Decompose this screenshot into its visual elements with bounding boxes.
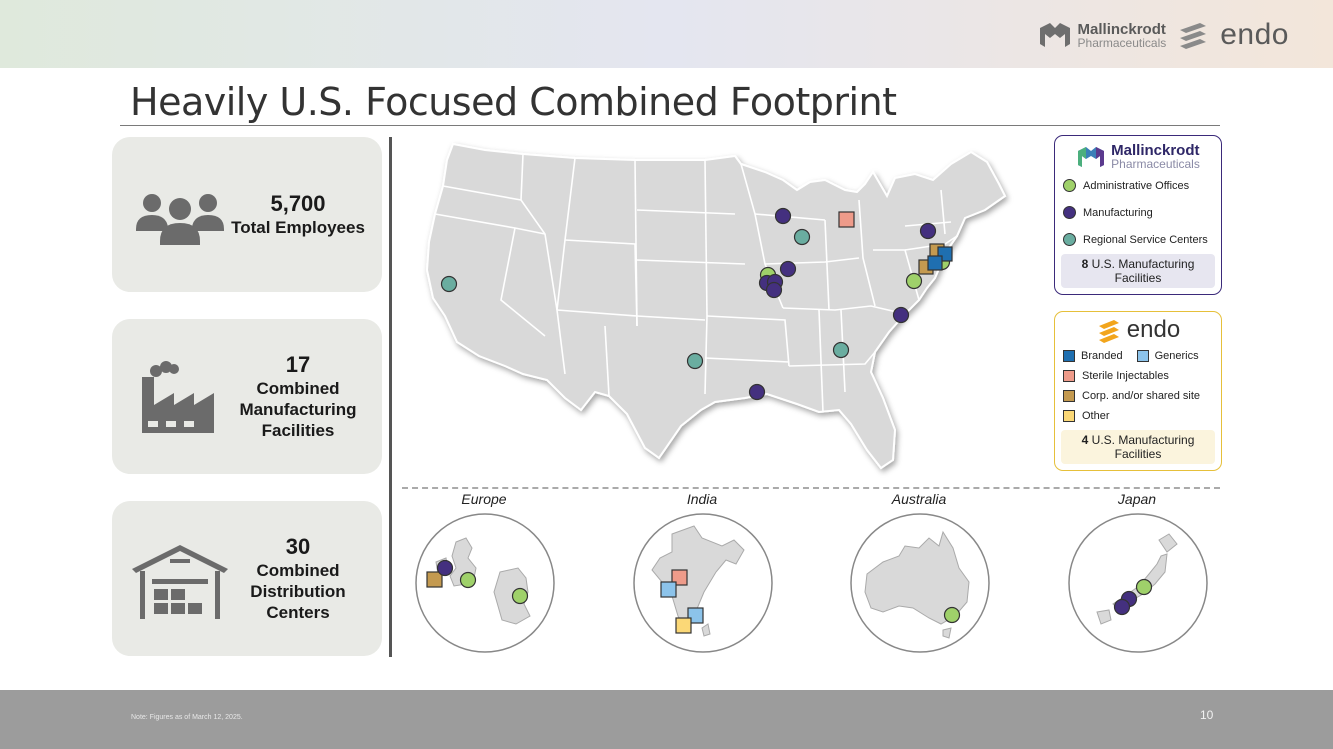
us-map: [425, 142, 1007, 470]
employees-label: Total Employees: [231, 218, 365, 237]
legend-endo-name: endo: [1126, 316, 1181, 343]
europe-globe: [415, 513, 555, 653]
generics-square-icon: [1136, 350, 1149, 362]
admin-dot-icon: [1063, 179, 1076, 192]
us-outline: [425, 142, 1007, 470]
mallinckrodt-logo: Mallinckrodt Pharmaceuticals: [1038, 20, 1167, 50]
brand-logos: Mallinckrodt Pharmaceuticals endo: [1038, 18, 1289, 52]
manufacturing-label-line1: Combined: [256, 379, 340, 398]
service-dot-icon: [1063, 233, 1076, 246]
mallinckrodt-name: Mallinckrodt: [1077, 20, 1166, 38]
endo-color-mark-icon: [1098, 320, 1119, 343]
legend-service-label: Regional Service Centers: [1083, 233, 1208, 246]
region-label-australia: Australia: [891, 491, 947, 507]
legend-branded-label: Branded: [1081, 350, 1123, 362]
distribution-label-line2: Distribution: [250, 582, 346, 601]
manufacturing-dot-icon: [1063, 206, 1076, 219]
endo-wordmark: endo: [1220, 18, 1289, 51]
corp-square-icon: [1063, 390, 1075, 402]
legend-other-label: Other: [1082, 410, 1110, 422]
legend-mallinckrodt: Mallinckrodt Pharmaceuticals Administrat…: [1054, 135, 1222, 295]
legend-row-other: Other: [1063, 406, 1221, 426]
other-square-icon: [1063, 410, 1075, 422]
distribution-number: 30: [285, 534, 311, 559]
people-icon: [136, 194, 224, 245]
legend-row-admin: Administrative Offices: [1063, 172, 1221, 199]
page-title: Heavily U.S. Focused Combined Footprint: [130, 80, 897, 124]
japan-globe: [1068, 513, 1208, 653]
mallinckrodt-facility-count: 8 U.S. Manufacturing Facilities: [1061, 254, 1215, 288]
legend-mallinckrodt-name: Mallinckrodt: [1111, 142, 1200, 159]
manufacturing-label-line3: Facilities: [261, 421, 335, 440]
warehouse-icon: [132, 545, 228, 619]
distribution-label-line1: Combined: [256, 561, 340, 580]
legend-manufacturing-label: Manufacturing: [1083, 206, 1153, 219]
footer-bar: Note: Figures as of March 12, 2025. 10: [0, 690, 1333, 749]
endo-mark-icon: [1180, 23, 1207, 49]
stat-card-employees: 5,700 Total Employees: [112, 137, 382, 292]
india-globe: [633, 513, 773, 653]
title-divider: [120, 125, 1220, 126]
legend-admin-label: Administrative Offices: [1083, 179, 1190, 192]
factory-icon: [142, 361, 214, 433]
vertical-divider: [389, 137, 392, 657]
section-divider: [402, 487, 1220, 489]
stat-card-manufacturing: 17 Combined Manufacturing Facilities: [112, 319, 382, 474]
manufacturing-number: 17: [285, 352, 311, 377]
region-label-japan: Japan: [1117, 491, 1157, 507]
region-label-europe: Europe: [461, 491, 507, 507]
legend-row-manufacturing: Manufacturing: [1063, 199, 1221, 226]
legend-mallinckrodt-sub: Pharmaceuticals: [1111, 157, 1200, 171]
footnote: Note: Figures as of March 12, 2025.: [131, 714, 243, 721]
legend-row-sterile: Sterile Injectables: [1063, 366, 1221, 386]
page-number: 10: [1200, 708, 1214, 722]
legend-row-branded-generics: Branded Generics: [1063, 346, 1221, 366]
branded-square-icon: [1063, 350, 1075, 362]
legend-row-service: Regional Service Centers: [1063, 226, 1221, 253]
manufacturing-label-line2: Manufacturing: [239, 400, 357, 419]
sterile-square-icon: [1063, 370, 1075, 382]
legend-sterile-label: Sterile Injectables: [1082, 370, 1169, 382]
distribution-label-line3: Centers: [266, 603, 330, 622]
region-label-india: India: [686, 491, 718, 507]
stat-card-distribution: 30 Combined Distribution Centers: [112, 501, 382, 656]
legend-endo: endo Branded Generics Sterile Injectable…: [1054, 311, 1222, 471]
top-banner: Mallinckrodt Pharmaceuticals endo: [0, 0, 1333, 68]
mallinckrodt-color-mark-icon: [1078, 146, 1105, 167]
legend-generics-label: Generics: [1154, 350, 1199, 362]
employees-number: 5,700: [270, 191, 326, 216]
mallinckrodt-sub: Pharmaceuticals: [1077, 35, 1167, 50]
mallinckrodt-mark-icon: [1039, 23, 1070, 47]
endo-facility-count: 4 U.S. Manufacturing Facilities: [1061, 430, 1215, 464]
legend-row-corp: Corp. and/or shared site: [1063, 386, 1221, 406]
legend-corp-label: Corp. and/or shared site: [1082, 390, 1201, 402]
australia-globe: [850, 513, 990, 653]
